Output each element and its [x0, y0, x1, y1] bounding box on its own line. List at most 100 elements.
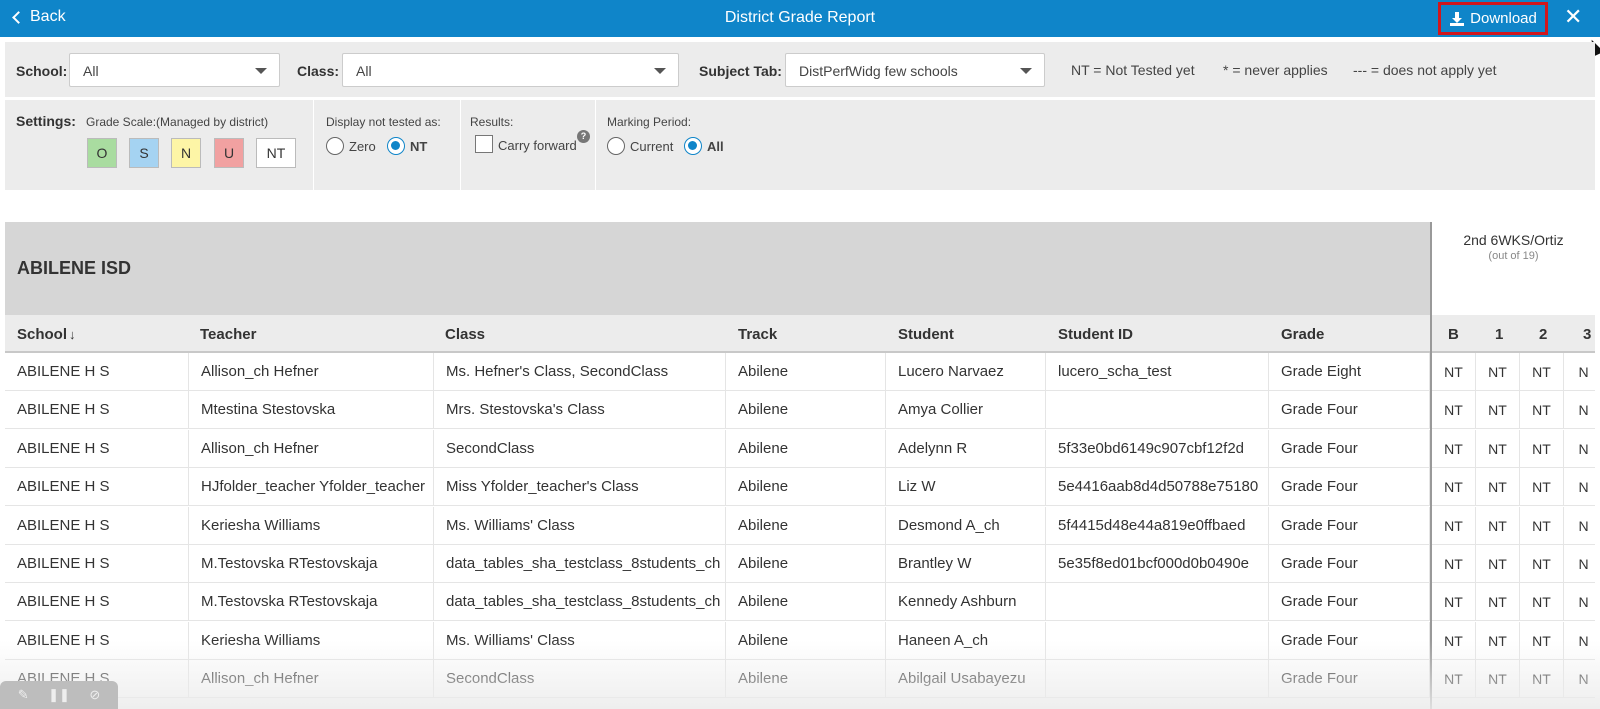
radio-circle-selected [387, 137, 405, 155]
column-header-teacher[interactable]: Teacher [200, 326, 256, 343]
cell-track: Abilene [726, 429, 886, 468]
cell-teacher: Allison_ch Hefner [189, 660, 434, 699]
cell-class: Ms. Hefner's Class, SecondClass [434, 353, 726, 391]
cell-track: Abilene [726, 353, 886, 391]
display-nt-radio[interactable]: NT [387, 137, 427, 155]
cell-student: Lucero Narvaez [886, 353, 1046, 391]
cell-track: Abilene [726, 468, 886, 507]
cell-period-mark: NT [1476, 468, 1520, 507]
class-select-value: All [356, 63, 372, 79]
filter-bar: School: All Class: All Subject Tab: Dist… [5, 42, 1595, 97]
cell-period-mark: NT [1476, 429, 1520, 468]
cell-student-id: 5e4416aab8d4d50788e75180 [1046, 468, 1269, 507]
cell-track: Abilene [726, 583, 886, 622]
school-select[interactable]: All [69, 53, 280, 87]
stop-icon[interactable]: ⊘ [89, 687, 100, 703]
grade-scale-label: Grade Scale:(Managed by district) [86, 115, 269, 129]
cell-student: Desmond A_ch [886, 506, 1046, 545]
cell-track: Abilene [726, 621, 886, 660]
column-header-student-id[interactable]: Student ID [1058, 326, 1133, 343]
cell-student-id [1046, 391, 1269, 430]
marking-period-subtitle: (out of 19) [1488, 250, 1539, 262]
carry-forward-checkbox[interactable]: Carry forward [475, 135, 577, 153]
subject-tab-select[interactable]: DistPerfWidg few schools [785, 53, 1045, 87]
column-header-grade[interactable]: Grade [1281, 326, 1324, 343]
legend-not-tested: NT = Not Tested yet [1071, 62, 1195, 78]
cell-period-mark: NT [1520, 583, 1564, 622]
table-row[interactable]: ABILENE H S M.Testovska RTestovskaja data_… [5, 545, 1595, 583]
marking-all-radio[interactable]: All [684, 137, 724, 155]
column-header-student[interactable]: Student [898, 326, 954, 343]
cell-grade: Grade Four [1269, 468, 1430, 507]
chevron-down-icon [1020, 68, 1032, 74]
table-header-row: School ↓ Teacher Class Track Student Stud… [5, 315, 1595, 353]
download-button[interactable]: Download [1438, 2, 1548, 35]
column-header-period-1: 1 [1495, 326, 1504, 343]
cell-period-mark: NT [1432, 621, 1476, 660]
cell-student: Adelynn R [886, 429, 1046, 468]
cell-period-mark: NT [1520, 429, 1564, 468]
cell-student-id [1046, 660, 1269, 699]
top-bar: Back District Grade Report Download ✕ [0, 0, 1600, 37]
results-label: Results: [470, 115, 514, 129]
recorder-toolbar: ✎ ❚❚ ⊘ [0, 681, 118, 709]
checkbox-box [475, 135, 493, 153]
cell-class: SecondClass [434, 429, 726, 468]
cell-student: Brantley W [886, 545, 1046, 583]
class-select[interactable]: All [342, 53, 679, 87]
cell-student-id: lucero_scha_test [1046, 353, 1269, 391]
divider [460, 100, 461, 190]
cell-period-mark: NT [1520, 468, 1564, 507]
cell-track: Abilene [726, 506, 886, 545]
marking-period-header: 2nd 6WKS/Ortiz (out of 19) [1430, 222, 1595, 315]
chevron-down-icon [654, 68, 666, 74]
table-row[interactable]: ABILENE H S Allison_ch Hefner SecondClass A… [5, 429, 1595, 468]
table-row[interactable]: ABILENE H S Mtestina Stestovska Mrs. Stest… [5, 391, 1595, 430]
column-header-track[interactable]: Track [738, 326, 777, 343]
table-row[interactable]: ABILENE H S M.Testovska RTestovskaja data_… [5, 583, 1595, 622]
cell-period-mark: NT [1520, 660, 1564, 699]
cell-school: ABILENE H S [5, 545, 189, 583]
cell-student-id [1046, 621, 1269, 660]
cell-school: ABILENE H S [5, 583, 189, 622]
cell-teacher: Allison_ch Hefner [189, 353, 434, 391]
column-header-school[interactable]: School ↓ [17, 326, 76, 343]
pause-icon[interactable]: ❚❚ [48, 687, 70, 703]
table-row[interactable]: ABILENE H S Allison_ch Hefner SecondClass A… [5, 660, 1595, 699]
cell-period-mark: NT [1432, 468, 1476, 507]
cell-period-mark: NT [1432, 583, 1476, 622]
radio-circle-selected [684, 137, 702, 155]
help-icon[interactable]: ? [577, 130, 590, 143]
cell-period-mark: NT [1520, 506, 1564, 545]
cell-student-id: 5f33e0bd6149c907cbf12f2d [1046, 429, 1269, 468]
divider [595, 100, 596, 190]
period-divider [1430, 315, 1432, 709]
close-button[interactable]: ✕ [1564, 5, 1582, 29]
table-row[interactable]: ABILENE H S HJfolder_teacher Yfolder_teac… [5, 468, 1595, 507]
cell-track: Abilene [726, 391, 886, 430]
cell-grade: Grade Four [1269, 583, 1430, 622]
edit-icon[interactable]: ✎ [18, 687, 29, 703]
chevron-down-icon [255, 68, 267, 74]
cell-grade: Grade Four [1269, 621, 1430, 660]
column-header-period-3: 3 [1583, 326, 1592, 343]
settings-bar: Settings: Grade Scale:(Managed by distri… [5, 100, 1595, 190]
table-row[interactable]: ABILENE H S Keriesha Williams Ms. Williams… [5, 506, 1595, 545]
marking-current-radio[interactable]: Current [607, 137, 673, 155]
table-row[interactable]: ABILENE H S Allison_ch Hefner Ms. Hefner's… [5, 353, 1595, 391]
cell-school: ABILENE H S [5, 391, 189, 430]
cell-school: ABILENE H S [5, 429, 189, 468]
cell-class: SecondClass [434, 660, 726, 699]
cell-period-mark: NT [1432, 429, 1476, 468]
display-zero-radio[interactable]: Zero [326, 137, 376, 155]
column-header-class[interactable]: Class [445, 326, 485, 343]
cell-period-mark: NT [1520, 545, 1564, 583]
district-name: ABILENE ISD [17, 258, 132, 278]
cell-student: Abilgail Usabayezu [886, 660, 1046, 699]
cell-period-mark: N [1564, 391, 1595, 429]
table-row[interactable]: ABILENE H S Keriesha Williams Ms. Williams… [5, 621, 1595, 660]
sort-down-icon: ↓ [69, 327, 76, 342]
cell-period-mark: N [1564, 353, 1595, 391]
cell-grade: Grade Four [1269, 506, 1430, 545]
grade-scale-n-swatch: N [171, 138, 201, 168]
